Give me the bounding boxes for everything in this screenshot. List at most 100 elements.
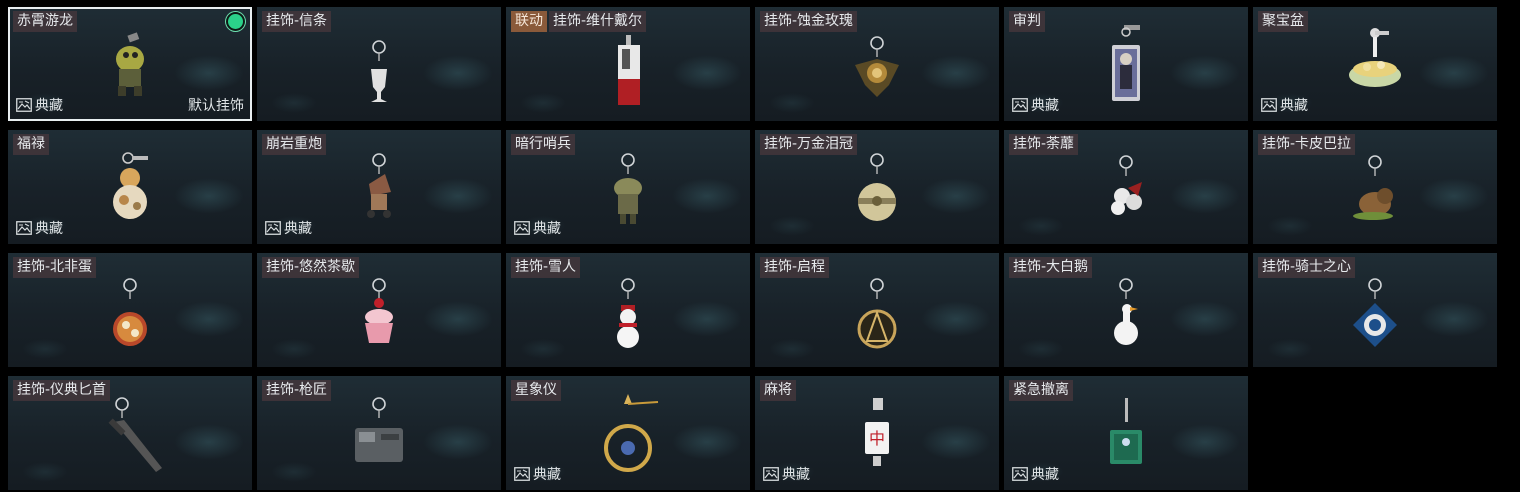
charm-name: 暗行哨兵 (511, 134, 575, 155)
charm-card[interactable]: 挂饰-雪人 (506, 253, 750, 367)
charm-name-tag: 挂饰-骑士之心 (1258, 257, 1356, 278)
collection-badge: 典藏 (1261, 95, 1308, 115)
charm-card[interactable]: 审判 典藏 (1004, 7, 1248, 121)
charm-name: 麻将 (760, 380, 796, 401)
charm-name: 挂饰-卡皮巴拉 (1258, 134, 1356, 155)
collection-icon (1261, 98, 1277, 112)
collection-icon (1012, 98, 1028, 112)
charm-name: 挂饰-雪人 (511, 257, 581, 278)
charm-name: 挂饰-启程 (760, 257, 830, 278)
charm-name-tag: 赤霄游龙 (13, 11, 77, 32)
charm-name-tag: 挂饰-悠然茶歇 (262, 257, 360, 278)
collection-label: 典藏 (284, 221, 312, 237)
charm-name-tag: 挂饰-万金泪冠 (760, 134, 858, 155)
collection-label: 典藏 (1280, 98, 1308, 114)
charm-name-tag: 挂饰-启程 (760, 257, 830, 278)
charm-name: 星象仪 (511, 380, 561, 401)
collection-label: 典藏 (1031, 467, 1059, 483)
charm-name: 挂饰-维什戴尔 (549, 11, 647, 32)
charm-name-tag: 挂饰-卡皮巴拉 (1258, 134, 1356, 155)
collection-badge: 典藏 (763, 464, 810, 484)
charm-card[interactable]: 崩岩重炮 典藏 (257, 130, 501, 244)
charm-name-tag: 挂饰-枪匠 (262, 380, 332, 401)
collection-label: 典藏 (533, 467, 561, 483)
collection-badge: 典藏 (265, 218, 312, 238)
charm-name: 挂饰-万金泪冠 (760, 134, 858, 155)
charm-name-tag: 挂饰-仪典匕首 (13, 380, 111, 401)
charm-card[interactable]: 挂饰-悠然茶歇 (257, 253, 501, 367)
charm-name: 紧急撤离 (1009, 380, 1073, 401)
charm-card[interactable]: 麻将中 典藏 (755, 376, 999, 490)
charm-name: 福禄 (13, 134, 49, 155)
charm-card[interactable]: 挂饰-北非蛋 (8, 253, 252, 367)
charm-card[interactable]: 联动 挂饰-维什戴尔 (506, 7, 750, 121)
charm-card[interactable]: 挂饰-骑士之心 (1253, 253, 1497, 367)
collection-badge: 典藏 (16, 95, 63, 115)
charm-name-tag: 联动 挂饰-维什戴尔 (511, 11, 647, 32)
charm-name-tag: 麻将 (760, 380, 796, 401)
charm-name: 崩岩重炮 (262, 134, 326, 155)
charm-name: 挂饰-信条 (262, 11, 332, 32)
collection-label: 典藏 (35, 221, 63, 237)
charm-name: 挂饰-蚀金玫瑰 (760, 11, 858, 32)
charm-name-tag: 挂饰-雪人 (511, 257, 581, 278)
collection-label: 典藏 (782, 467, 810, 483)
charm-name-tag: 挂饰-北非蛋 (13, 257, 97, 278)
charm-name: 挂饰-悠然茶歇 (262, 257, 360, 278)
charm-card[interactable]: 挂饰-卡皮巴拉 (1253, 130, 1497, 244)
collection-icon (514, 221, 530, 235)
collection-icon (1012, 467, 1028, 481)
charm-card[interactable]: 挂饰-荼蘼 (1004, 130, 1248, 244)
charm-name-tag: 挂饰-信条 (262, 11, 332, 32)
collection-badge: 典藏 (1012, 95, 1059, 115)
charm-card[interactable]: 挂饰-信条 (257, 7, 501, 121)
svg-text:中: 中 (869, 429, 885, 448)
collection-badge: 典藏 (1012, 464, 1059, 484)
collection-label: 典藏 (533, 221, 561, 237)
charm-name-tag: 星象仪 (511, 380, 561, 401)
charm-card[interactable]: 聚宝盆 典藏 (1253, 7, 1497, 121)
charm-name-tag: 挂饰-蚀金玫瑰 (760, 11, 858, 32)
collab-badge: 联动 (511, 11, 547, 32)
charm-card[interactable]: 紧急撤离 典藏 (1004, 376, 1248, 490)
charm-name: 挂饰-骑士之心 (1258, 257, 1356, 278)
charm-name: 聚宝盆 (1258, 11, 1308, 32)
collection-label: 典藏 (1031, 98, 1059, 114)
charm-card[interactable]: 挂饰-蚀金玫瑰 (755, 7, 999, 121)
charm-name: 审判 (1009, 11, 1045, 32)
charm-name-tag: 紧急撤离 (1009, 380, 1073, 401)
charm-name-tag: 聚宝盆 (1258, 11, 1308, 32)
charm-name-tag: 挂饰-荼蘼 (1009, 134, 1079, 155)
charm-card[interactable]: 暗行哨兵 典藏 (506, 130, 750, 244)
charm-name-tag: 审判 (1009, 11, 1045, 32)
charm-name: 挂饰-北非蛋 (13, 257, 97, 278)
charm-name-tag: 挂饰-大白鹅 (1009, 257, 1093, 278)
charm-card[interactable]: 星象仪 典藏 (506, 376, 750, 490)
charm-card[interactable]: 挂饰-大白鹅 (1004, 253, 1248, 367)
collection-icon (514, 467, 530, 481)
collection-badge: 典藏 (16, 218, 63, 238)
charm-card[interactable]: 福禄 典藏 (8, 130, 252, 244)
charm-card[interactable]: 挂饰-枪匠 (257, 376, 501, 490)
default-charm-label: 默认挂饰 (188, 98, 244, 114)
equipped-indicator-icon (228, 14, 243, 29)
charm-card[interactable]: 赤霄游龙 典藏 默认挂饰 (8, 7, 252, 121)
charm-name: 挂饰-仪典匕首 (13, 380, 111, 401)
charm-card[interactable]: 挂饰-万金泪冠 (755, 130, 999, 244)
charm-name-tag: 福禄 (13, 134, 49, 155)
collection-icon (265, 221, 281, 235)
collection-badge: 典藏 (514, 218, 561, 238)
collection-icon (16, 98, 32, 112)
collection-badge: 典藏 (514, 464, 561, 484)
charm-name: 赤霄游龙 (13, 11, 77, 32)
collection-label: 典藏 (35, 98, 63, 114)
charm-name: 挂饰-荼蘼 (1009, 134, 1079, 155)
charm-name-tag: 暗行哨兵 (511, 134, 575, 155)
charm-name-tag: 崩岩重炮 (262, 134, 326, 155)
charm-card[interactable]: 挂饰-仪典匕首 (8, 376, 252, 490)
collection-icon (16, 221, 32, 235)
charm-grid: 赤霄游龙 典藏 默认挂饰 挂饰-信条 联动 挂饰-维什戴尔 挂饰-蚀金玫瑰 审判 典藏 聚… (0, 0, 1520, 492)
collection-icon (763, 467, 779, 481)
charm-name: 挂饰-大白鹅 (1009, 257, 1093, 278)
charm-card[interactable]: 挂饰-启程 (755, 253, 999, 367)
